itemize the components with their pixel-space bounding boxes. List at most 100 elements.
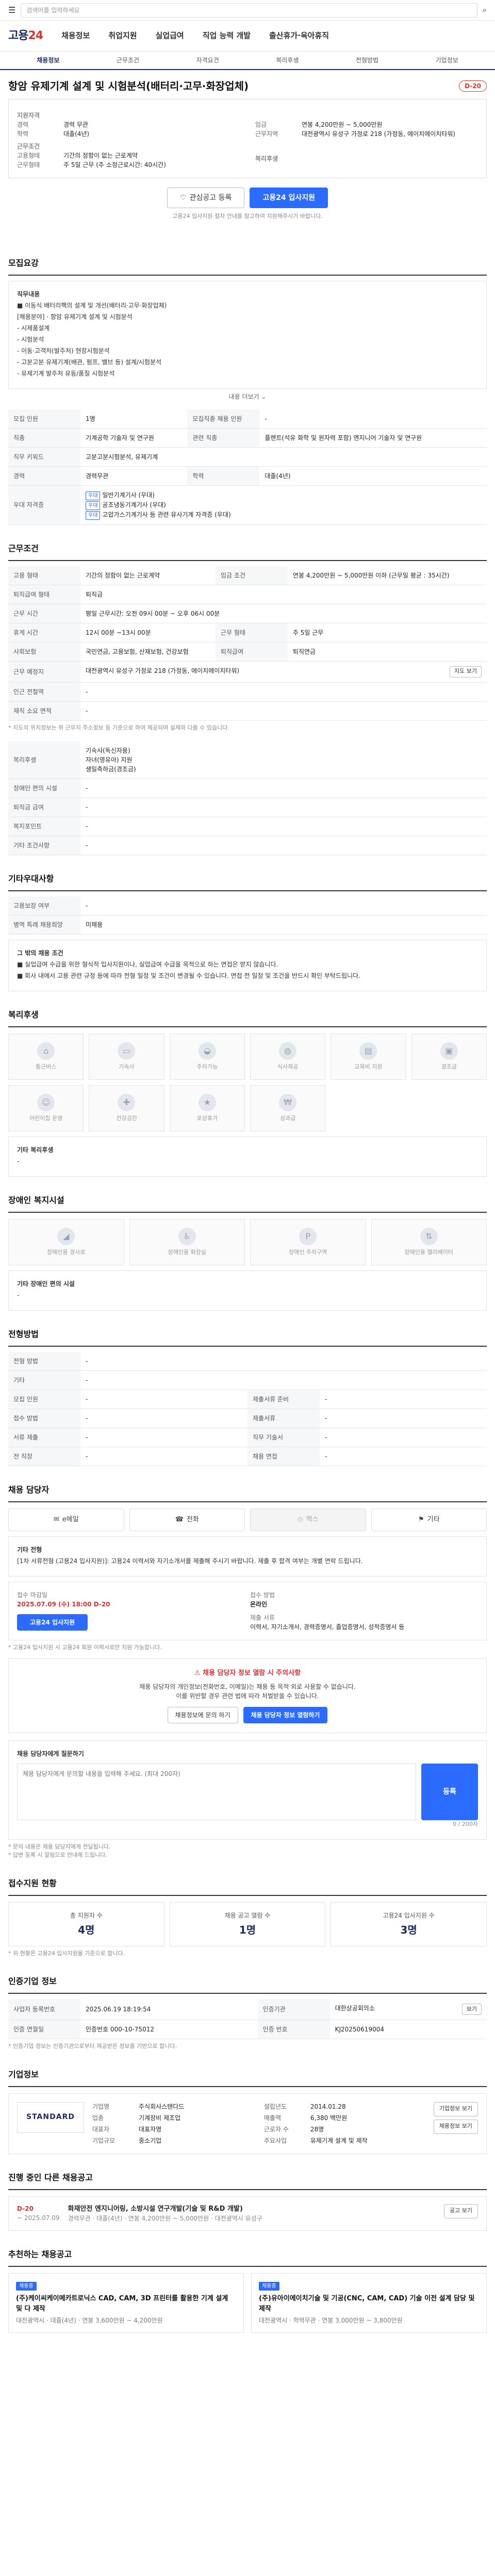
trust-note: * 인증기업 정보는 인증기관으로부터 제공받은 정보를 기반으로 합니다.	[8, 2043, 177, 2049]
status-label: 채용 공고 열람 수	[224, 1911, 271, 1919]
section-title: 장애인 복지시설	[8, 1189, 487, 1213]
section-title: 접수지원 현황	[8, 1872, 487, 1896]
other-meta: 경력무관 · 대졸(4년) · 연봉 4,200만원 ~ 5,000만원 · 대…	[68, 2215, 262, 2222]
cert-view-button[interactable]: 보기	[461, 2004, 482, 2015]
company-jobs-button[interactable]: 채용정보 보기	[433, 2119, 478, 2134]
contact-tab-phone[interactable]: ☎ 전화	[129, 1509, 245, 1531]
other-job-card[interactable]: D-20 ~ 2025.07.09 화재안전 엔지니어링, 소방시설 연구개발(…	[8, 2196, 487, 2231]
other-section: 진행 중인 다른 채용공고 D-20 ~ 2025.07.09 화재안전 엔지니…	[8, 2166, 487, 2231]
search-input[interactable]: 검색어를 입력하세요	[21, 3, 477, 18]
summary-group-title: 복리후생	[255, 155, 278, 162]
page-root: ☰ 검색어를 입력하세요 ⌕ 고용24 채용정보 취업지원 실업급여 직업 능력…	[0, 0, 495, 2353]
map-button[interactable]: 지도 보기	[450, 666, 482, 677]
row-value: -	[80, 798, 487, 817]
row-label: 관련 직종	[187, 428, 260, 448]
menu-icon[interactable]: ☰	[8, 4, 15, 16]
inquiry-button[interactable]: 채용정보에 문의 하기	[167, 1707, 238, 1723]
more-toggle[interactable]: 내용 더보기 ⌄	[8, 389, 487, 404]
gnb-item-training[interactable]: 직업 능력 개발	[203, 30, 251, 42]
benefit-label: 성과급	[279, 1114, 296, 1122]
row-label: 고용보장 여부	[8, 896, 80, 916]
duty-title: 직무내용	[17, 290, 40, 298]
license-item: 고압가스기계기사 등 관련 유사기계 자격증 (우대)	[102, 511, 231, 518]
summary-location: 대전광역시 유성구 가정로 218 (가정동, 에이치에이치타워)	[302, 130, 456, 138]
row-value: 대전광역시 유성구 가정로 218 (가정동, 에이치에이치타워) 지도 보기	[80, 661, 487, 683]
job-summary: 지원자격 경력 경력 무관 학력 대졸(4년) 근무조건 고용형태 기간의 정함이 없…	[8, 99, 487, 178]
facility-label: 장애인용 화장실	[168, 1248, 206, 1256]
apply-button[interactable]: 고용24 입사지원	[250, 188, 328, 208]
company-label: 업종	[92, 2114, 104, 2122]
duty-line: - 시험분석	[17, 335, 44, 343]
company-label: 주요사업	[263, 2137, 287, 2144]
table-row: 복지포인트 -	[8, 817, 487, 836]
contact-tab-email[interactable]: ✉ e메일	[8, 1509, 124, 1531]
row-label: 근무 시간	[8, 604, 80, 623]
benefit-label: 주차가능	[196, 1063, 218, 1070]
row-label: 장애인 편의 시설	[8, 778, 80, 798]
benefit-label: 어린이집 운영	[29, 1114, 63, 1122]
row-value: -	[80, 1428, 248, 1447]
contact-tab-label: 팩스	[306, 1516, 319, 1524]
row-value: -	[80, 682, 487, 702]
table-row: 고용보장 여부 -	[8, 896, 487, 916]
gnb-item-parental-leave[interactable]: 출산휴가·육아휴직	[269, 30, 329, 42]
inquiry-count: 0 / 200자	[453, 1821, 478, 1827]
tab-qualification[interactable]: 자격요건	[168, 56, 248, 65]
status-card: 고용24 입사지원 수 3명	[331, 1902, 487, 1946]
inquiry-textarea[interactable]	[17, 1764, 416, 1820]
row-value: 12시 00분 ~13시 00분	[80, 623, 216, 642]
contact-tabs: ✉ e메일 ☎ 전화 ⎙ 팩스 ⚑ 기타	[8, 1509, 487, 1531]
company-value: 유제기계 설계 및 제작	[310, 2137, 368, 2144]
contact-tab-etc[interactable]: ⚑ 기타	[371, 1509, 487, 1531]
benefit-etc: 기타 복리후생 -	[8, 1137, 487, 1177]
gnb-item-jobs[interactable]: 채용정보	[61, 30, 90, 42]
row-label: 퇴직급여 형태	[8, 585, 80, 604]
benefit-section: 복리후생 ⌂ 통근버스 ▭ 기숙사 ◒ 주차가능 ◍ 식사제공 ▤ 교육비 지원 ▣ 경조금…	[8, 1004, 487, 1177]
disability-etc: 기타 장애인 편의 시설 -	[8, 1270, 487, 1311]
section-tabs: 채용정보 근무조건 자격요건 복리후생 전형방법 기업정보	[0, 52, 495, 70]
documents-label: 제출 서류	[250, 1614, 275, 1621]
site-logo[interactable]: 고용24	[8, 27, 43, 44]
benefit-card: ₩ 성과급	[250, 1085, 326, 1131]
row-value: 연봉 4,200만원 ~ 5,000만원 이하 (근무일 평균 : 35시간)	[287, 566, 487, 585]
ramp-icon: ◢	[57, 1227, 75, 1245]
table-row: 우대 자격증 우대 일반기계기사 (우대) 우대 공조냉동기계기사 (우대) 우대 고…	[8, 485, 487, 525]
table-row: 인증 연월일 인증번호 000-10-75012 인증 번호 KJ2025061900…	[8, 2020, 487, 2039]
toilet-icon: ♿	[178, 1227, 196, 1245]
gnb-item-unemployment[interactable]: 실업급여	[156, 30, 184, 42]
gnb-item-support[interactable]: 취업지원	[108, 30, 137, 42]
content: 항암 유제기계 설계 및 시험분석(배터리·고무·화장업체) D-20 지원자격…	[0, 70, 495, 2353]
view-contact-button[interactable]: 채용 담당자 정보 열람하기	[243, 1707, 328, 1723]
visit-icon: ⚑	[418, 1516, 424, 1524]
duty-line: - 이동·고객처(발주처) 현장시험분석	[17, 347, 110, 354]
company-info-button[interactable]: 기업정보 보기	[433, 2102, 478, 2116]
fax-icon: ⎙	[298, 1516, 303, 1524]
company-label: 기업규모	[92, 2137, 116, 2144]
license-item: 일반기계기사 (우대)	[102, 491, 155, 499]
table-row: 퇴직금 금여 -	[8, 798, 487, 817]
tab-recruit[interactable]: 채용정보	[8, 56, 88, 65]
other-dday: D-20	[17, 2205, 34, 2212]
bookmark-button[interactable]: ♡ 관심공고 등록	[167, 188, 245, 208]
recommend-card[interactable]: 채용중 (주)유아이에이치기술 및 기공(CNC, CAM, CAD) 기술 이…	[251, 2273, 487, 2333]
row-label: 기타 조건사항	[8, 836, 80, 855]
more-label: 내용 더보기	[228, 393, 259, 400]
tab-work[interactable]: 근무조건	[88, 56, 168, 65]
table-row: 재직 소요 면적 -	[8, 701, 487, 721]
tab-company[interactable]: 기업정보	[407, 56, 487, 65]
row-label: 제출서류 준비	[248, 1389, 320, 1409]
alert-icon: ⚠	[194, 1669, 201, 1677]
tab-benefit[interactable]: 복리후생	[248, 56, 327, 65]
contact-tab-fax[interactable]: ⎙ 팩스	[250, 1509, 366, 1531]
row-value: -	[80, 817, 487, 836]
inquiry-submit-button[interactable]: 등록	[421, 1764, 478, 1820]
other-view-button[interactable]: 공고 보기	[444, 2204, 478, 2218]
table-row: 접수 방법 - 제출서류 -	[8, 1409, 487, 1428]
recruit-table: 모집 인원 1명 모집직종 채용 인원 - 직종 기계공학 기술자 및 연구원 관련 직종…	[8, 409, 487, 525]
status-card: 채용 공고 열람 수 1명	[169, 1902, 326, 1946]
apply-button-secondary[interactable]: 고용24 입사지원	[17, 1614, 88, 1631]
search-icon[interactable]: ⌕	[483, 4, 487, 16]
trust-table: 사업자 등록번호 2025.06.19 18:19:54 인증기관 대한상공회의소 보…	[8, 1999, 487, 2039]
recommend-card[interactable]: 채용중 (주)케이씨케이메카트로닉스 CAD, CAM, 3D 프린터를 활용한…	[8, 2273, 244, 2333]
tab-method[interactable]: 전형방법	[327, 56, 407, 65]
